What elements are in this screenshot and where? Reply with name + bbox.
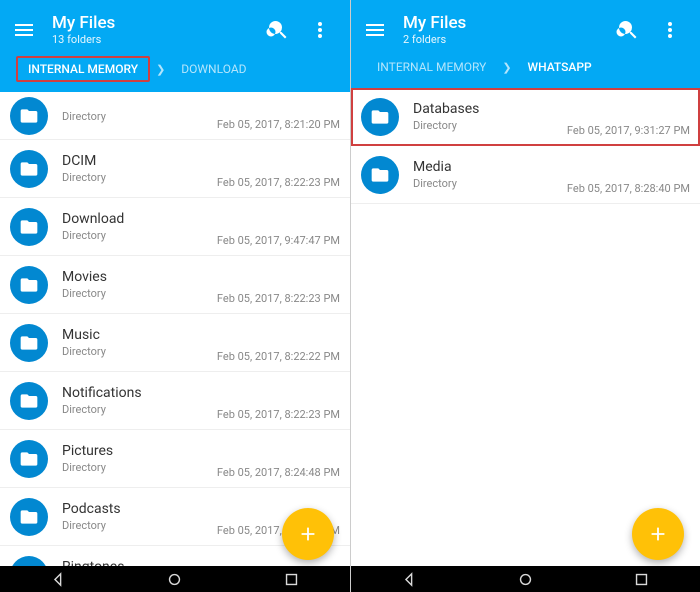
list-item[interactable]: NotificationsDirectoryFeb 05, 2017, 8:22… <box>0 372 350 430</box>
menu-icon[interactable] <box>363 18 387 42</box>
item-type: Directory <box>62 287 217 300</box>
item-name: Pictures <box>62 443 217 460</box>
item-type: Directory <box>62 461 217 474</box>
appbar: My Files2 folders INTERNAL MEMORY ❯ WHATSAP… <box>351 0 700 88</box>
list-item[interactable]: MusicDirectoryFeb 05, 2017, 8:22:22 PM <box>0 314 350 372</box>
item-type: Directory <box>413 177 567 190</box>
item-date: Feb 05, 2017, 9:31:27 PM <box>567 124 690 137</box>
breadcrumb: INTERNAL MEMORY ❯ DOWNLOAD <box>12 50 338 92</box>
android-navbar <box>351 566 700 592</box>
list-item[interactable]: DownloadDirectoryFeb 05, 2017, 9:47:47 P… <box>0 198 350 256</box>
item-date: Feb 05, 2017, 8:28:40 PM <box>567 182 690 195</box>
breadcrumb-item[interactable]: DOWNLOAD <box>171 58 256 80</box>
recent-button[interactable] <box>283 571 300 588</box>
recent-button[interactable] <box>633 571 650 588</box>
menu-icon[interactable] <box>12 18 36 42</box>
list-item[interactable]: MediaDirectoryFeb 05, 2017, 8:28:40 PM <box>351 146 700 204</box>
item-date: Feb 05, 2017, 9:47:47 PM <box>217 234 340 247</box>
list-item[interactable]: DatabasesDirectoryFeb 05, 2017, 9:31:27 … <box>351 88 700 146</box>
back-button[interactable] <box>50 571 67 588</box>
folder-count: 13 folders <box>52 33 266 46</box>
breadcrumb-item[interactable]: INTERNAL MEMORY <box>367 56 496 78</box>
app-title: My Files <box>52 14 266 33</box>
item-type: Directory <box>62 110 217 123</box>
folder-icon <box>10 556 48 567</box>
item-name: Music <box>62 327 217 344</box>
add-fab-button[interactable] <box>632 508 684 560</box>
breadcrumb-item[interactable]: INTERNAL MEMORY <box>16 56 150 82</box>
folder-icon <box>10 498 48 536</box>
home-button[interactable] <box>166 571 183 588</box>
item-name: Media <box>413 159 567 176</box>
item-name: Podcasts <box>62 501 217 518</box>
folder-count: 2 folders <box>403 33 616 46</box>
more-icon[interactable] <box>658 18 682 42</box>
search-icon[interactable] <box>616 18 640 42</box>
item-type: Directory <box>62 229 217 242</box>
item-name: Movies <box>62 269 217 286</box>
folder-icon <box>10 440 48 478</box>
folder-icon <box>361 98 399 136</box>
item-date: Feb 05, 2017, 8:21:20 PM <box>217 118 340 131</box>
item-date: Feb 05, 2017, 8:22:23 PM <box>217 408 340 421</box>
item-type: Directory <box>413 119 567 132</box>
folder-icon <box>10 208 48 246</box>
item-name: Download <box>62 211 217 228</box>
item-name: Databases <box>413 101 567 118</box>
list-item[interactable]: DirectoryFeb 05, 2017, 8:21:20 PM <box>0 92 350 140</box>
back-button[interactable] <box>401 571 418 588</box>
folder-icon <box>10 266 48 304</box>
add-fab-button[interactable] <box>282 508 334 560</box>
title-block: My Files13 folders <box>52 14 266 46</box>
folder-icon <box>361 156 399 194</box>
item-date: Feb 05, 2017, 8:22:23 PM <box>217 176 340 189</box>
chevron-right-icon: ❯ <box>156 63 165 76</box>
folder-icon <box>10 382 48 420</box>
item-date: Feb 05, 2017, 8:24:48 PM <box>217 466 340 479</box>
list-item[interactable]: DCIMDirectoryFeb 05, 2017, 8:22:23 PM <box>0 140 350 198</box>
folder-icon <box>10 97 48 135</box>
more-icon[interactable] <box>308 18 332 42</box>
list-item[interactable]: MoviesDirectoryFeb 05, 2017, 8:22:23 PM <box>0 256 350 314</box>
list-item[interactable]: PicturesDirectoryFeb 05, 2017, 8:24:48 P… <box>0 430 350 488</box>
item-type: Directory <box>62 403 217 416</box>
folder-icon <box>10 150 48 188</box>
file-manager-left: My Files13 folders INTERNAL MEMORY ❯ DOWNLO… <box>0 0 350 592</box>
breadcrumb-item[interactable]: WHATSAPP <box>518 56 602 78</box>
breadcrumb: INTERNAL MEMORY ❯ WHATSAPP <box>363 50 688 88</box>
title-block: My Files2 folders <box>403 14 616 46</box>
item-date: Feb 05, 2017, 8:22:22 PM <box>217 350 340 363</box>
item-name: DCIM <box>62 153 217 170</box>
appbar: My Files13 folders INTERNAL MEMORY ❯ DOWNLO… <box>0 0 350 92</box>
home-button[interactable] <box>517 571 534 588</box>
item-name: Ringtones <box>62 559 217 566</box>
item-date: Feb 05, 2017, 8:22:23 PM <box>217 292 340 305</box>
folder-icon <box>10 324 48 362</box>
search-icon[interactable] <box>266 18 290 42</box>
item-type: Directory <box>62 171 217 184</box>
file-list: DatabasesDirectoryFeb 05, 2017, 9:31:27 … <box>351 88 700 566</box>
item-type: Directory <box>62 519 217 532</box>
file-manager-right: My Files2 folders INTERNAL MEMORY ❯ WHATSAP… <box>350 0 700 592</box>
android-navbar <box>0 566 350 592</box>
file-list: DirectoryFeb 05, 2017, 8:21:20 PMDCIMDir… <box>0 92 350 566</box>
app-title: My Files <box>403 14 616 33</box>
item-name: Notifications <box>62 385 217 402</box>
item-type: Directory <box>62 345 217 358</box>
chevron-right-icon: ❯ <box>502 61 511 74</box>
